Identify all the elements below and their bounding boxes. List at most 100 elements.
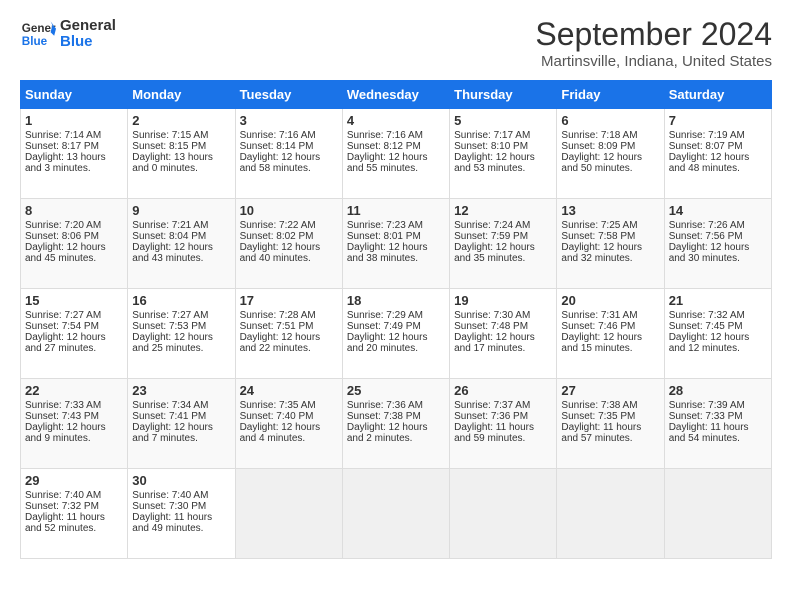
daylight-text: Daylight: 11 hours and 54 minutes. xyxy=(669,422,767,444)
daylight-text: Daylight: 11 hours and 57 minutes. xyxy=(561,422,659,444)
day-number: 21 xyxy=(669,293,767,308)
sunset-text: Sunset: 7:48 PM xyxy=(454,321,552,332)
sunset-text: Sunset: 7:56 PM xyxy=(669,231,767,242)
day-number: 27 xyxy=(561,383,659,398)
calendar-cell: 6Sunrise: 7:18 AMSunset: 8:09 PMDaylight… xyxy=(557,109,664,199)
calendar-cell xyxy=(664,469,771,559)
calendar-cell: 11Sunrise: 7:23 AMSunset: 8:01 PMDayligh… xyxy=(342,199,449,289)
daylight-text: Daylight: 12 hours and 58 minutes. xyxy=(240,152,338,174)
daylight-text: Daylight: 12 hours and 2 minutes. xyxy=(347,422,445,444)
sunset-text: Sunset: 7:35 PM xyxy=(561,411,659,422)
daylight-text: Daylight: 12 hours and 45 minutes. xyxy=(25,242,123,264)
sunrise-text: Sunrise: 7:32 AM xyxy=(669,310,767,321)
daylight-text: Daylight: 12 hours and 9 minutes. xyxy=(25,422,123,444)
day-number: 2 xyxy=(132,113,230,128)
calendar-cell: 5Sunrise: 7:17 AMSunset: 8:10 PMDaylight… xyxy=(450,109,557,199)
sunset-text: Sunset: 8:10 PM xyxy=(454,141,552,152)
sunset-text: Sunset: 7:45 PM xyxy=(669,321,767,332)
calendar-cell: 30Sunrise: 7:40 AMSunset: 7:30 PMDayligh… xyxy=(128,469,235,559)
day-number: 24 xyxy=(240,383,338,398)
calendar-cell: 29 Sunrise: 7:40 AMSunset: 7:32 PMDayligh… xyxy=(21,469,128,559)
sunrise-text: Sunrise: 7:25 AM xyxy=(561,220,659,231)
calendar-cell: 10Sunrise: 7:22 AMSunset: 8:02 PMDayligh… xyxy=(235,199,342,289)
sunrise-text: Sunrise: 7:29 AM xyxy=(347,310,445,321)
day-number: 13 xyxy=(561,203,659,218)
calendar-cell: 7Sunrise: 7:19 AMSunset: 8:07 PMDaylight… xyxy=(664,109,771,199)
month-title: September 2024 xyxy=(535,16,772,53)
daylight-text: Daylight: 11 hours and 49 minutes. xyxy=(132,512,230,534)
calendar-cell: 8Sunrise: 7:20 AMSunset: 8:06 PMDaylight… xyxy=(21,199,128,289)
calendar-week-3: 15Sunrise: 7:27 AMSunset: 7:54 PMDayligh… xyxy=(21,289,772,379)
sunrise-text: Sunrise: 7:20 AM xyxy=(25,220,123,231)
daylight-text: Daylight: 12 hours and 22 minutes. xyxy=(240,332,338,354)
daylight-text: Daylight: 11 hours and 52 minutes. xyxy=(25,512,123,534)
daylight-text: Daylight: 13 hours and 3 minutes. xyxy=(25,152,123,174)
calendar-cell: 23Sunrise: 7:34 AMSunset: 7:41 PMDayligh… xyxy=(128,379,235,469)
day-number: 1 xyxy=(25,113,123,128)
col-sunday: Sunday xyxy=(21,81,128,109)
sunrise-text: Sunrise: 7:40 AM xyxy=(132,490,230,501)
sunset-text: Sunset: 8:15 PM xyxy=(132,141,230,152)
sunrise-text: Sunrise: 7:37 AM xyxy=(454,400,552,411)
calendar-week-4: 22Sunrise: 7:33 AMSunset: 7:43 PMDayligh… xyxy=(21,379,772,469)
sunrise-text: Sunrise: 7:27 AM xyxy=(25,310,123,321)
logo-blue: Blue xyxy=(60,34,116,51)
sunrise-text: Sunrise: 7:21 AM xyxy=(132,220,230,231)
calendar-cell xyxy=(342,469,449,559)
calendar-cell: 3Sunrise: 7:16 AMSunset: 8:14 PMDaylight… xyxy=(235,109,342,199)
daylight-text: Daylight: 12 hours and 7 minutes. xyxy=(132,422,230,444)
sunrise-text: Sunrise: 7:31 AM xyxy=(561,310,659,321)
sunset-text: Sunset: 7:43 PM xyxy=(25,411,123,422)
day-number: 8 xyxy=(25,203,123,218)
daylight-text: Daylight: 12 hours and 43 minutes. xyxy=(132,242,230,264)
sunset-text: Sunset: 8:09 PM xyxy=(561,141,659,152)
day-number: 11 xyxy=(347,203,445,218)
daylight-text: Daylight: 12 hours and 53 minutes. xyxy=(454,152,552,174)
calendar-cell: 22Sunrise: 7:33 AMSunset: 7:43 PMDayligh… xyxy=(21,379,128,469)
sunrise-text: Sunrise: 7:30 AM xyxy=(454,310,552,321)
logo: General Blue General Blue xyxy=(20,16,116,52)
sunrise-text: Sunrise: 7:26 AM xyxy=(669,220,767,231)
daylight-text: Daylight: 12 hours and 20 minutes. xyxy=(347,332,445,354)
sunrise-text: Sunrise: 7:16 AM xyxy=(240,130,338,141)
header-row: Sunday Monday Tuesday Wednesday Thursday… xyxy=(21,81,772,109)
calendar-cell: 27 Sunrise: 7:38 AMSunset: 7:35 PMDayligh… xyxy=(557,379,664,469)
sunrise-text: Sunrise: 7:39 AM xyxy=(669,400,767,411)
svg-text:Blue: Blue xyxy=(22,35,48,48)
sunset-text: Sunset: 7:58 PM xyxy=(561,231,659,242)
day-number: 28 xyxy=(669,383,767,398)
sunset-text: Sunset: 7:51 PM xyxy=(240,321,338,332)
day-number: 23 xyxy=(132,383,230,398)
day-number: 16 xyxy=(132,293,230,308)
sunset-text: Sunset: 7:32 PM xyxy=(25,501,123,512)
daylight-text: Daylight: 12 hours and 40 minutes. xyxy=(240,242,338,264)
daylight-text: Daylight: 12 hours and 55 minutes. xyxy=(347,152,445,174)
sunset-text: Sunset: 7:49 PM xyxy=(347,321,445,332)
sunrise-text: Sunrise: 7:35 AM xyxy=(240,400,338,411)
sunrise-text: Sunrise: 7:36 AM xyxy=(347,400,445,411)
calendar-cell xyxy=(557,469,664,559)
calendar-cell: 13Sunrise: 7:25 AMSunset: 7:58 PMDayligh… xyxy=(557,199,664,289)
day-number: 30 xyxy=(132,473,230,488)
sunrise-text: Sunrise: 7:33 AM xyxy=(25,400,123,411)
day-number: 6 xyxy=(561,113,659,128)
day-number: 5 xyxy=(454,113,552,128)
calendar-cell: 1Sunrise: 7:14 AMSunset: 8:17 PMDaylight… xyxy=(21,109,128,199)
daylight-text: Daylight: 12 hours and 38 minutes. xyxy=(347,242,445,264)
calendar-cell: 21Sunrise: 7:32 AMSunset: 7:45 PMDayligh… xyxy=(664,289,771,379)
day-number: 14 xyxy=(669,203,767,218)
sunset-text: Sunset: 7:54 PM xyxy=(25,321,123,332)
location: Martinsville, Indiana, United States xyxy=(535,53,772,70)
sunrise-text: Sunrise: 7:22 AM xyxy=(240,220,338,231)
page-header: General Blue General Blue September 2024… xyxy=(20,16,772,70)
col-tuesday: Tuesday xyxy=(235,81,342,109)
sunrise-text: Sunrise: 7:38 AM xyxy=(561,400,659,411)
calendar-week-1: 1Sunrise: 7:14 AMSunset: 8:17 PMDaylight… xyxy=(21,109,772,199)
sunset-text: Sunset: 7:46 PM xyxy=(561,321,659,332)
day-number: 29 xyxy=(25,473,123,488)
svg-text:General: General xyxy=(22,22,56,35)
daylight-text: Daylight: 12 hours and 27 minutes. xyxy=(25,332,123,354)
day-number: 7 xyxy=(669,113,767,128)
sunrise-text: Sunrise: 7:40 AM xyxy=(25,490,123,501)
daylight-text: Daylight: 11 hours and 59 minutes. xyxy=(454,422,552,444)
